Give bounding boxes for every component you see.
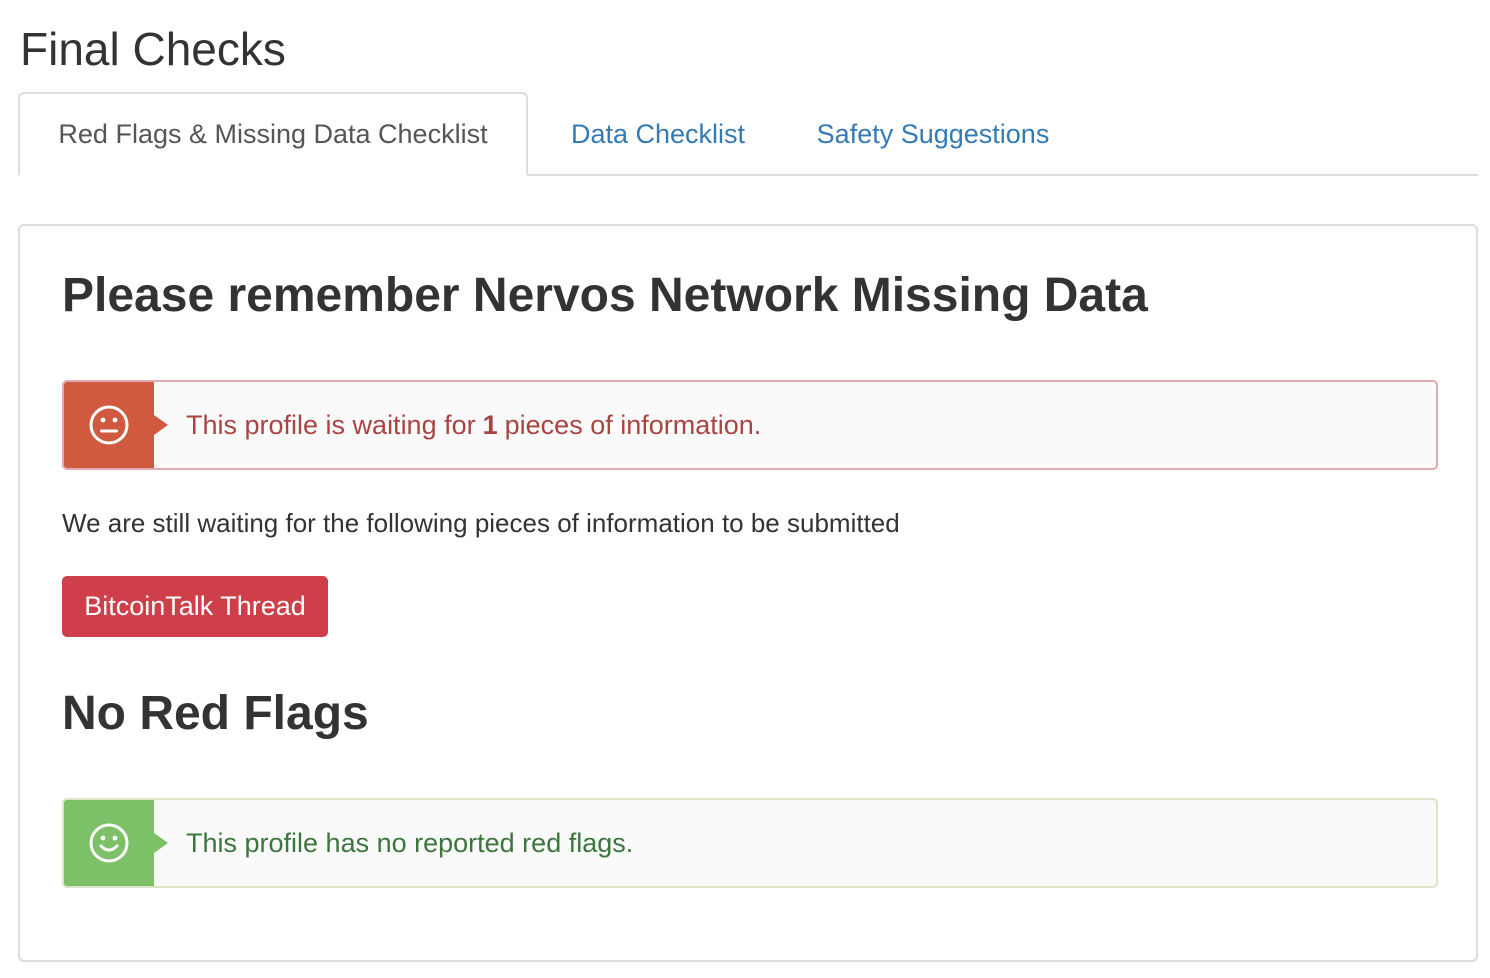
tab-data-checklist[interactable]: Data Checklist [558, 92, 758, 176]
missing-data-heading: Please remember Nervos Network Missing D… [62, 269, 1148, 322]
missing-data-alert-text: This profile is waiting for 1 pieces of … [186, 382, 761, 468]
red-flags-heading: No Red Flags [62, 687, 369, 740]
alert-text-after: pieces of information. [504, 409, 762, 440]
alert-icon-box [64, 382, 168, 468]
tab-safety-suggestions[interactable]: Safety Suggestions [808, 92, 1058, 176]
red-flags-alert: This profile has no reported red flags. [62, 798, 1438, 888]
tab-red-flags-missing-data[interactable]: Red Flags & Missing Data Checklist [18, 92, 528, 176]
waiting-description: We are still waiting for the following p… [62, 508, 900, 538]
bitcointalk-thread-button[interactable]: BitcoinTalk Thread [62, 576, 328, 637]
tab-label: Safety Suggestions [816, 118, 1050, 149]
alert-icon-box [64, 800, 168, 886]
red-flags-alert-text: This profile has no reported red flags. [186, 827, 634, 858]
tab-content-panel: Please remember Nervos Network Missing D… [18, 224, 1478, 962]
page-title: Final Checks [20, 23, 286, 75]
tab-bar: Red Flags & Missing Data Checklist Data … [18, 92, 1478, 176]
missing-count: 1 [482, 409, 498, 440]
tab-label: Red Flags & Missing Data Checklist [58, 118, 488, 149]
page: Final Checks Red Flags & Missing Data Ch… [0, 0, 1490, 978]
smile-face-icon [89, 823, 129, 863]
tab-label: Data Checklist [570, 118, 746, 149]
alert-text-before: This profile is waiting for [186, 409, 476, 440]
neutral-face-icon [89, 405, 129, 445]
missing-data-alert: This profile is waiting for 1 pieces of … [62, 380, 1438, 470]
